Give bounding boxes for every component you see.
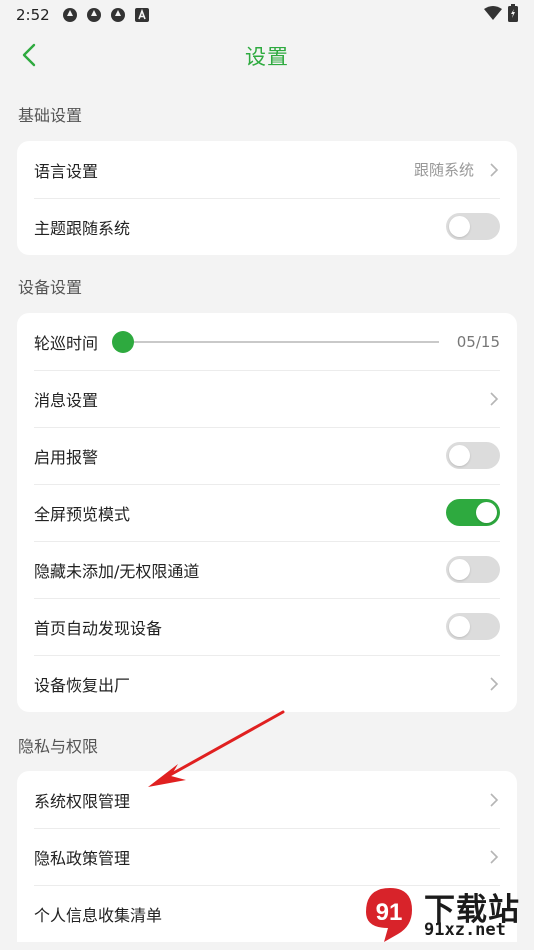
section-title-privacy: 隐私与权限 [18,737,99,756]
patrol-slider[interactable] [112,330,439,354]
row-message[interactable]: 消息设置 [17,370,517,427]
app-icon [86,7,102,23]
section-title-device: 设备设置 [18,278,83,297]
row-hide-channels: 隐藏未添加/无权限通道 [17,541,517,598]
app-icon [110,7,126,23]
auto-discover-toggle[interactable] [446,613,500,640]
watermark: 91 下载站 91xz.net [358,882,528,946]
svg-text:91: 91 [376,899,403,926]
hide-channels-toggle[interactable] [446,556,500,583]
slider-value: 05/15 [456,332,500,351]
settings-page: 2:52 设置 基础设置 语言设置 跟随系统 主题跟随系统 设备设置 轮巡时间 … [0,0,534,950]
fullscreen-toggle[interactable] [446,499,500,526]
back-chevron-icon [22,43,36,67]
chevron-right-icon [488,792,500,808]
section-title-basic: 基础设置 [18,106,83,125]
row-language[interactable]: 语言设置 跟随系统 [17,141,517,198]
page-title: 设置 [245,45,289,69]
row-fullscreen: 全屏预览模式 [17,484,517,541]
row-label: 语言设置 [34,161,99,181]
toggle-knob [449,559,470,580]
row-value: 跟随系统 [413,161,474,179]
battery-icon [508,4,518,26]
card-device: 轮巡时间 05/15 消息设置 启用报警 全屏预览模式 隐藏未添加/无权限通道 [17,313,517,712]
chevron-right-icon [488,162,500,178]
row-factory-reset[interactable]: 设备恢复出厂 [17,655,517,712]
slider-track [118,340,439,343]
toggle-knob [449,216,470,237]
toggle-knob [449,616,470,637]
row-label: 主题跟随系统 [34,218,131,238]
slider-thumb[interactable] [112,330,135,353]
back-button[interactable] [14,40,44,70]
theme-toggle[interactable] [446,213,500,240]
watermark-url: 91xz.net [424,920,506,940]
row-label: 首页自动发现设备 [34,618,163,638]
row-label: 设备恢复出厂 [34,675,131,695]
app-icon [62,7,78,23]
row-auto-discover: 首页自动发现设备 [17,598,517,655]
row-label: 启用报警 [34,447,99,467]
row-label: 隐藏未添加/无权限通道 [34,561,200,581]
alarm-toggle[interactable] [446,442,500,469]
status-time: 2:52 [16,6,50,24]
toggle-knob [476,502,497,523]
wifi-icon [484,6,502,24]
chevron-right-icon [488,391,500,407]
toggle-knob [449,445,470,466]
row-label: 轮巡时间 [34,333,99,353]
row-patrol-time: 轮巡时间 05/15 [17,313,517,370]
row-label: 个人信息收集清单 [34,905,163,925]
card-basic: 语言设置 跟随系统 主题跟随系统 [17,141,517,255]
chevron-right-icon [488,849,500,865]
row-label: 系统权限管理 [34,791,131,811]
a-box-icon [134,7,150,23]
row-theme: 主题跟随系统 [17,198,517,255]
row-privacy-policy[interactable]: 隐私政策管理 [17,828,517,885]
row-alarm: 启用报警 [17,427,517,484]
status-right [484,4,518,26]
watermark-logo-icon: 91 [366,888,412,942]
status-bar: 2:52 [0,0,534,30]
row-system-permissions[interactable]: 系统权限管理 [17,771,517,828]
chevron-right-icon [488,676,500,692]
app-header: 设置 [0,30,534,82]
row-label: 全屏预览模式 [34,504,131,524]
row-label: 消息设置 [34,390,99,410]
row-label: 隐私政策管理 [34,848,131,868]
